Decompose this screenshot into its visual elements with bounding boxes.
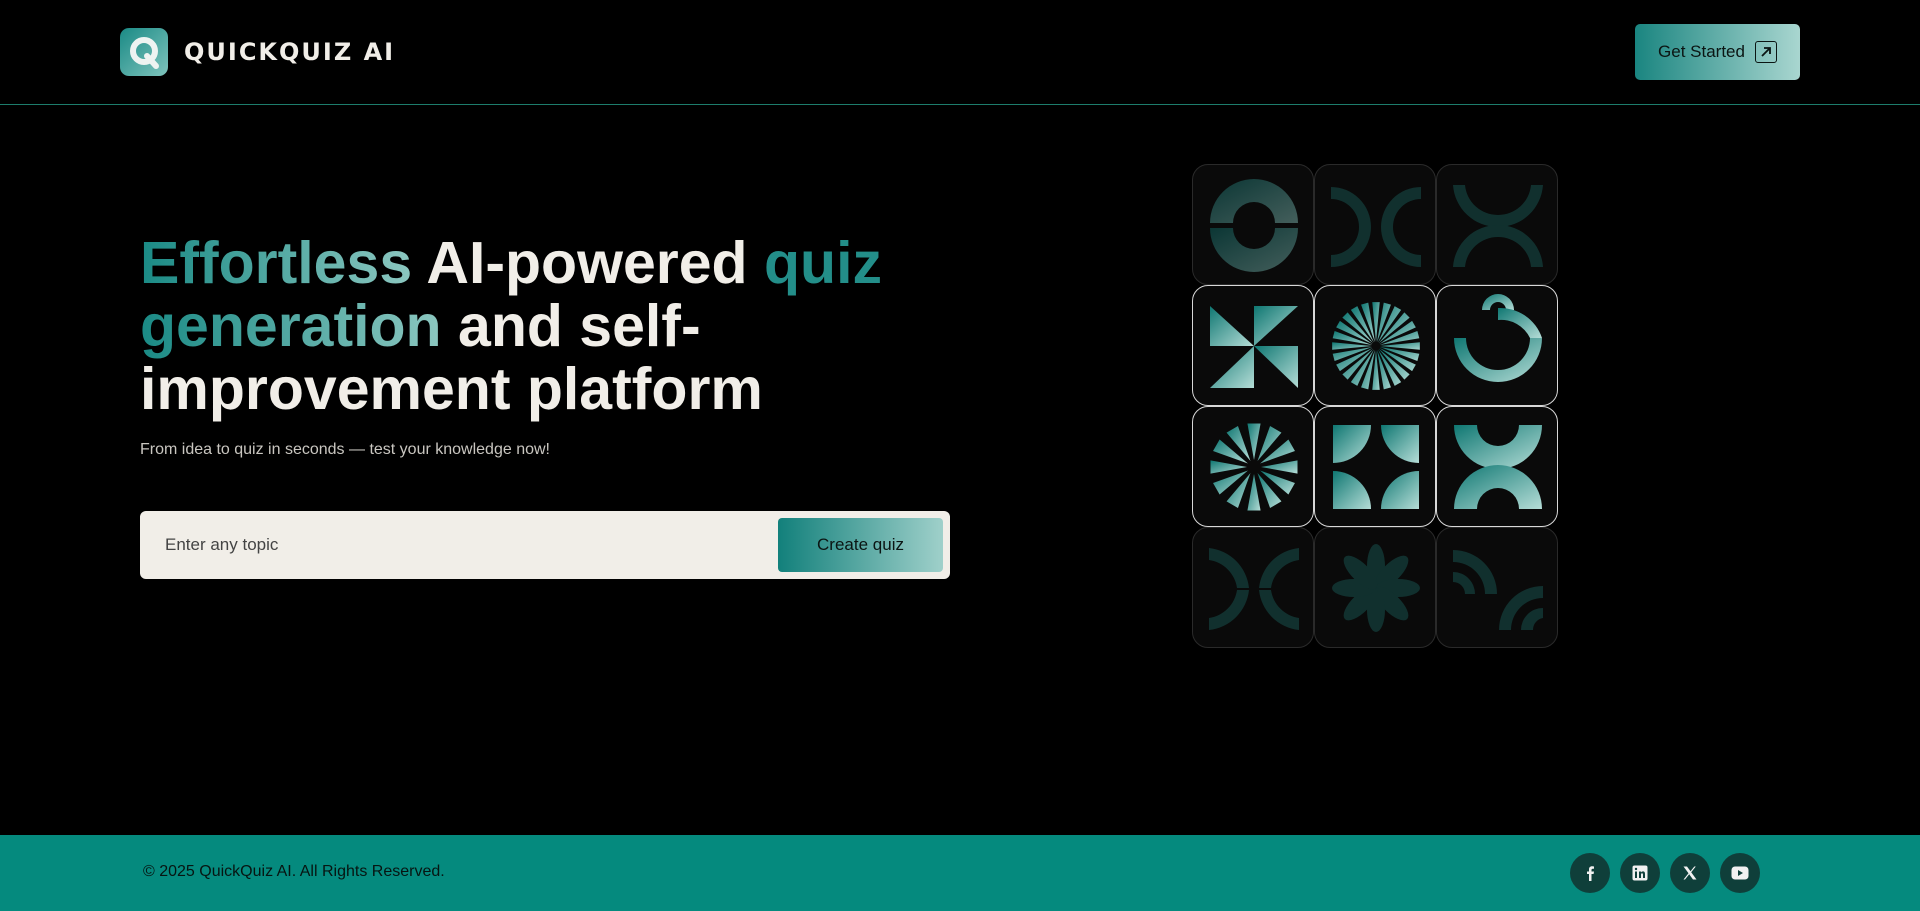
topic-input[interactable] xyxy=(165,511,765,579)
hero-subtitle: From idea to quiz in seconds — test your… xyxy=(140,441,550,458)
decorative-tile-grid xyxy=(1192,164,1558,648)
logo-icon xyxy=(120,28,168,76)
social-links xyxy=(1570,853,1760,893)
hero-headline: Effortless AI-powered quiz generation and… xyxy=(140,232,960,421)
leaf-wings-icon xyxy=(1436,164,1558,285)
x-icon[interactable] xyxy=(1670,853,1710,893)
headline-highlight-1: Effortless xyxy=(140,230,413,296)
headline-text-1: AI-powered xyxy=(412,230,764,296)
facebook-icon[interactable] xyxy=(1570,853,1610,893)
site-footer: © 2025 QuickQuiz AI. All Rights Reserved… xyxy=(0,835,1920,911)
copyright-text: © 2025 QuickQuiz AI. All Rights Reserved… xyxy=(143,863,445,880)
arch-pair-icon xyxy=(1192,164,1314,285)
headline-highlight-2: quiz xyxy=(763,230,882,296)
arrow-up-right-icon xyxy=(1754,41,1777,63)
quad-star-icon xyxy=(1314,406,1436,527)
brand[interactable]: QUICKQUIZ AI xyxy=(120,28,395,76)
c-pair-icon xyxy=(1314,164,1436,285)
smile-arc-icon xyxy=(1436,285,1558,406)
linkedin-icon[interactable] xyxy=(1620,853,1660,893)
headline-highlight-3: generation xyxy=(140,293,442,359)
pinwheel-icon xyxy=(1192,285,1314,406)
c-pair-icon xyxy=(1436,527,1558,648)
get-started-button[interactable]: Get Started xyxy=(1635,24,1800,80)
arch-wings-icon xyxy=(1436,406,1558,527)
sun-rays-icon xyxy=(1192,406,1314,527)
flower-icon xyxy=(1314,527,1436,648)
leaf-wings-icon xyxy=(1192,527,1314,648)
starburst-icon xyxy=(1314,285,1436,406)
brand-name: QUICKQUIZ AI xyxy=(184,38,396,66)
get-started-label: Get Started xyxy=(1658,42,1745,61)
site-header: QUICKQUIZ AI Get Started xyxy=(0,0,1920,105)
create-quiz-button[interactable]: Create quiz xyxy=(778,518,943,572)
topic-form: Create quiz xyxy=(140,511,950,579)
youtube-icon[interactable] xyxy=(1720,853,1760,893)
